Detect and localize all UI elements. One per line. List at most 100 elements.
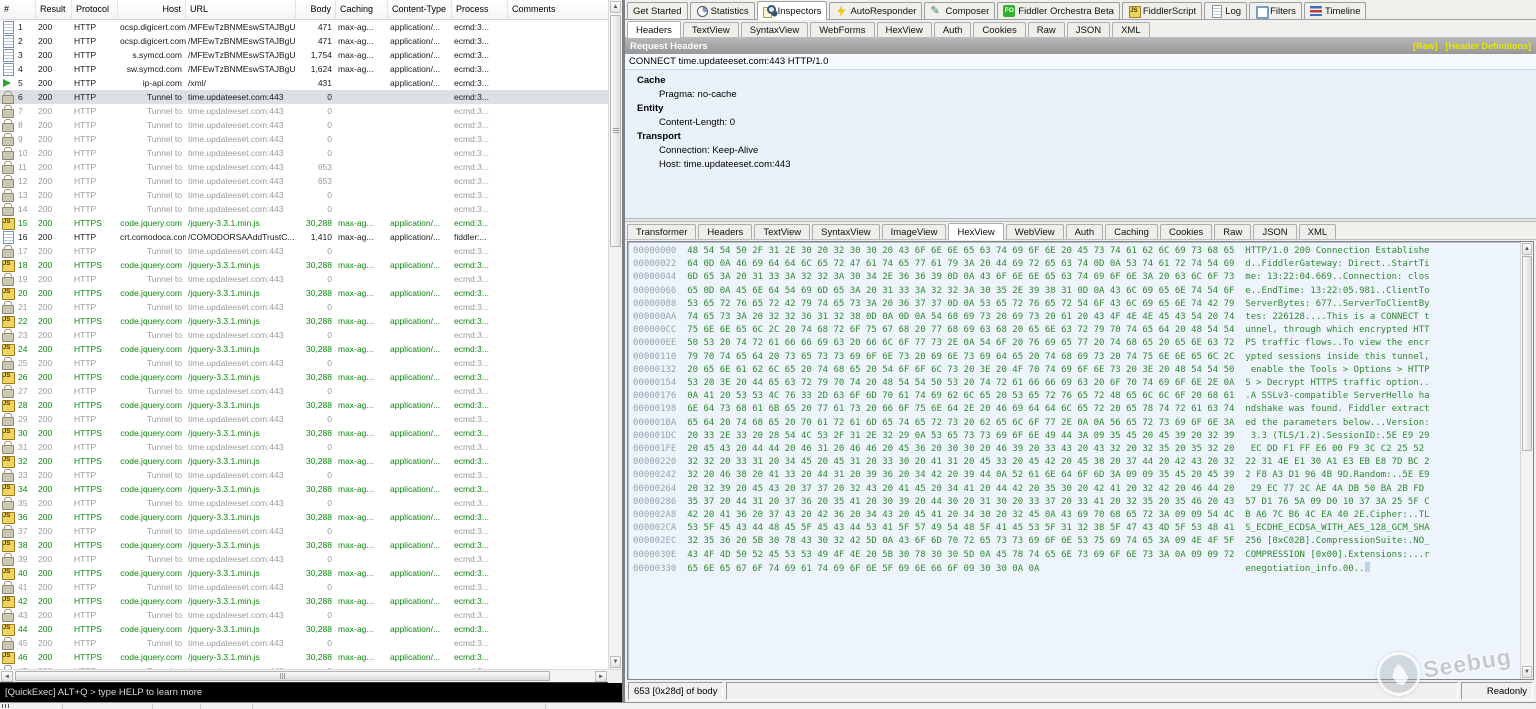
hex-row[interactable]: 000002EC 32 35 36 20 5B 30 78 43 30 32 4…: [633, 535, 1533, 548]
hex-row[interactable]: 0000030E 43 4F 4D 50 52 45 53 53 49 4F 4…: [633, 549, 1533, 562]
hex-row[interactable]: 000001DC 20 33 2E 33 20 28 54 4C 53 2F 3…: [633, 430, 1533, 443]
tab-fiddler-orchestra-beta[interactable]: FO Fiddler Orchestra Beta: [997, 2, 1120, 19]
hex-row[interactable]: 00000000 48 54 54 50 2F 31 2E 30 20 32 3…: [633, 245, 1533, 258]
column-header-comments[interactable]: Comments: [508, 0, 622, 19]
session-row[interactable]: 3 200 HTTP s.symcd.com/MFEwTzBNMEswSTAJBgU.…: [0, 48, 622, 62]
request-tab-xml[interactable]: XML: [1112, 22, 1150, 37]
horizontal-scroll-thumb[interactable]: [15, 671, 550, 681]
session-row[interactable]: 36 200 HTTPS code.jquery.com/jquery-3.3.1.m…: [0, 510, 622, 524]
session-row[interactable]: 43 200 HTTP Tunnel to time.updateeset.com:44…: [0, 608, 622, 622]
session-row[interactable]: 2 200 HTTP ocsp.digicert.com/MFEwTzBNMEswST…: [0, 34, 622, 48]
session-row[interactable]: 14 200 HTTP Tunnel to time.updateeset.com:44…: [0, 202, 622, 216]
session-row[interactable]: 45 200 HTTP Tunnel to time.updateeset.com:44…: [0, 636, 622, 650]
request-tab-hexview[interactable]: HexView: [876, 22, 932, 37]
column-header-result[interactable]: Result: [36, 0, 72, 19]
hex-row[interactable]: 00000022 64 0D 0A 46 69 64 64 6C 65 72 4…: [633, 258, 1533, 271]
hexview-panel[interactable]: 00000000 48 54 54 50 2F 31 2E 30 20 32 3…: [627, 241, 1534, 680]
session-row[interactable]: 10 200 HTTP Tunnel to time.updateeset.com:44…: [0, 146, 622, 160]
response-tab-raw[interactable]: Raw: [1214, 224, 1252, 239]
session-row[interactable]: 17 200 HTTP Tunnel to time.updateeset.com:44…: [0, 244, 622, 258]
session-row[interactable]: 42 200 HTTPS code.jquery.com/jquery-3.3.1.m…: [0, 594, 622, 608]
tab-inspectors[interactable]: Inspectors: [756, 1, 828, 20]
column-header-process[interactable]: Process: [452, 0, 508, 19]
hex-row[interactable]: 00000044 6D 65 3A 20 31 33 3A 32 32 3A 3…: [633, 271, 1533, 284]
column-header-content-type[interactable]: Content-Type: [388, 0, 452, 19]
session-row[interactable]: 22 200 HTTPS code.jquery.com/jquery-3.3.1.m…: [0, 314, 622, 328]
response-tab-transformer[interactable]: Transformer: [627, 224, 697, 239]
hex-row[interactable]: 000002A8 42 20 41 36 20 37 43 20 42 36 2…: [633, 509, 1533, 522]
response-tab-json[interactable]: JSON: [1253, 224, 1297, 239]
hex-scroll-thumb[interactable]: [1522, 256, 1532, 451]
request-tab-json[interactable]: JSON: [1066, 22, 1111, 37]
request-line[interactable]: CONNECT time.updateeset.com:443 HTTP/1.0: [625, 54, 1536, 70]
session-row[interactable]: 11 200 HTTP Tunnel to time.updateeset.com:44…: [0, 160, 622, 174]
hex-row[interactable]: 000001BA 65 64 20 74 68 65 20 70 61 72 6…: [633, 417, 1533, 430]
hex-row[interactable]: 00000110 79 70 74 65 64 20 73 65 73 73 6…: [633, 351, 1533, 364]
session-row[interactable]: 35 200 HTTP Tunnel to time.updateeset.com:44…: [0, 496, 622, 510]
session-row[interactable]: 33 200 HTTP Tunnel to time.updateeset.com:44…: [0, 468, 622, 482]
session-row[interactable]: 12 200 HTTP Tunnel to time.updateeset.com:44…: [0, 174, 622, 188]
header-section[interactable]: Transport: [625, 129, 1536, 143]
tab-fiddlerscript[interactable]: JS FiddlerScript: [1121, 2, 1203, 19]
hex-row[interactable]: 000000CC 75 6E 6E 65 6C 2C 20 74 68 72 6…: [633, 324, 1533, 337]
session-row[interactable]: 32 200 HTTPS code.jquery.com/jquery-3.3.1.m…: [0, 454, 622, 468]
response-tab-xml[interactable]: XML: [1298, 224, 1337, 239]
hexview-scrollbar[interactable]: ▲ ▼: [1520, 242, 1533, 679]
session-row[interactable]: 38 200 HTTPS code.jquery.com/jquery-3.3.1.m…: [0, 538, 622, 552]
hex-row[interactable]: 00000264 20 32 39 20 45 43 20 37 37 20 3…: [633, 483, 1533, 496]
scroll-up-button[interactable]: ▲: [610, 1, 621, 13]
quickexec-bar[interactable]: [QuickExec] ALT+Q > type HELP to learn m…: [0, 682, 622, 702]
request-tab-cookies[interactable]: Cookies: [973, 22, 1026, 37]
request-tab-syntaxview[interactable]: SyntaxView: [740, 22, 809, 37]
session-row[interactable]: 9 200 HTTP Tunnel to time.updateeset.com:443…: [0, 132, 622, 146]
column-header-num[interactable]: #: [0, 0, 36, 19]
request-tab-auth[interactable]: Auth: [933, 22, 972, 37]
hex-row[interactable]: 00000242 32 20 46 38 20 41 33 20 44 31 2…: [633, 469, 1533, 482]
tab-timeline[interactable]: Timeline: [1303, 2, 1367, 19]
session-row[interactable]: 20 200 HTTPS code.jquery.com/jquery-3.3.1.m…: [0, 286, 622, 300]
session-row[interactable]: 25 200 HTTP Tunnel to time.updateeset.com:44…: [0, 356, 622, 370]
scroll-down-button[interactable]: ▼: [610, 656, 621, 668]
session-row[interactable]: 16 200 HTTP crt.comodoca.com/COMODORSAAddTr…: [0, 230, 622, 244]
header-item[interactable]: Connection: Keep-Alive: [625, 143, 1536, 157]
response-tab-webview[interactable]: WebView: [1005, 224, 1064, 239]
session-row[interactable]: 44 200 HTTPS code.jquery.com/jquery-3.3.1.m…: [0, 622, 622, 636]
tab-get-started[interactable]: Get Started: [627, 2, 688, 19]
header-item[interactable]: Content-Length: 0: [625, 115, 1536, 129]
header-section[interactable]: Entity: [625, 101, 1536, 115]
session-row[interactable]: 1 200 HTTP ocsp.digicert.com/MFEwTzBNMEswST…: [0, 20, 622, 34]
hex-scroll-up-button[interactable]: ▲: [1522, 243, 1532, 255]
request-tab-raw[interactable]: Raw: [1027, 22, 1065, 37]
column-header-protocol[interactable]: Protocol: [72, 0, 118, 19]
session-row[interactable]: 37 200 HTTP Tunnel to time.updateeset.com:44…: [0, 524, 622, 538]
tab-filters[interactable]: Filters: [1249, 2, 1302, 19]
hex-row[interactable]: 00000154 53 20 3E 20 44 65 63 72 79 70 7…: [633, 377, 1533, 390]
session-row[interactable]: 28 200 HTTPS code.jquery.com/jquery-3.3.1.m…: [0, 398, 622, 412]
response-tab-cookies[interactable]: Cookies: [1159, 224, 1213, 239]
hex-row[interactable]: 00000198 6E 64 73 68 61 6B 65 20 77 61 7…: [633, 403, 1533, 416]
session-row[interactable]: 6 200 HTTP Tunnel to time.updateeset.com:443…: [0, 90, 622, 104]
vertical-scroll-thumb[interactable]: [610, 15, 621, 247]
hex-row[interactable]: 00000088 53 65 72 76 65 72 42 79 74 65 7…: [633, 298, 1533, 311]
tab-statistics[interactable]: Statistics: [689, 2, 755, 19]
hex-row[interactable]: 000002CA 53 5F 45 43 44 48 45 5F 45 43 4…: [633, 522, 1533, 535]
session-row[interactable]: 41 200 HTTP Tunnel to time.updateeset.com:44…: [0, 580, 622, 594]
response-tab-headers[interactable]: Headers: [698, 224, 753, 239]
hex-row[interactable]: 00000132 20 65 6E 61 62 6C 65 20 74 68 6…: [633, 364, 1533, 377]
response-tab-caching[interactable]: Caching: [1105, 224, 1158, 239]
header-item[interactable]: Pragma: no-cache: [625, 87, 1536, 101]
session-row[interactable]: 21 200 HTTP Tunnel to time.updateeset.com:44…: [0, 300, 622, 314]
session-row[interactable]: 46 200 HTTPS code.jquery.com/jquery-3.3.1.m…: [0, 650, 622, 664]
hex-row[interactable]: 000000AA 74 65 73 3A 20 32 32 36 31 32 3…: [633, 311, 1533, 324]
session-row[interactable]: 15 200 HTTPS code.jquery.com/jquery-3.3.1.m…: [0, 216, 622, 230]
session-row[interactable]: 19 200 HTTP Tunnel to time.updateeset.com:44…: [0, 272, 622, 286]
column-header-body[interactable]: Body: [296, 0, 336, 19]
session-row[interactable]: 18 200 HTTPS code.jquery.com/jquery-3.3.1.m…: [0, 258, 622, 272]
tab-log[interactable]: Log: [1204, 2, 1248, 19]
hex-row[interactable]: 00000330 65 6E 65 67 6F 74 69 61 74 69 6…: [633, 561, 1533, 576]
session-row[interactable]: 30 200 HTTPS code.jquery.com/jquery-3.3.1.m…: [0, 426, 622, 440]
hex-row[interactable]: 00000220 32 32 20 33 31 20 34 45 20 45 3…: [633, 456, 1533, 469]
session-row[interactable]: 8 200 HTTP Tunnel to time.updateeset.com:443…: [0, 118, 622, 132]
hex-row[interactable]: 000001FE 20 45 43 20 44 44 20 46 31 20 4…: [633, 443, 1533, 456]
session-row[interactable]: 26 200 HTTPS code.jquery.com/jquery-3.3.1.m…: [0, 370, 622, 384]
